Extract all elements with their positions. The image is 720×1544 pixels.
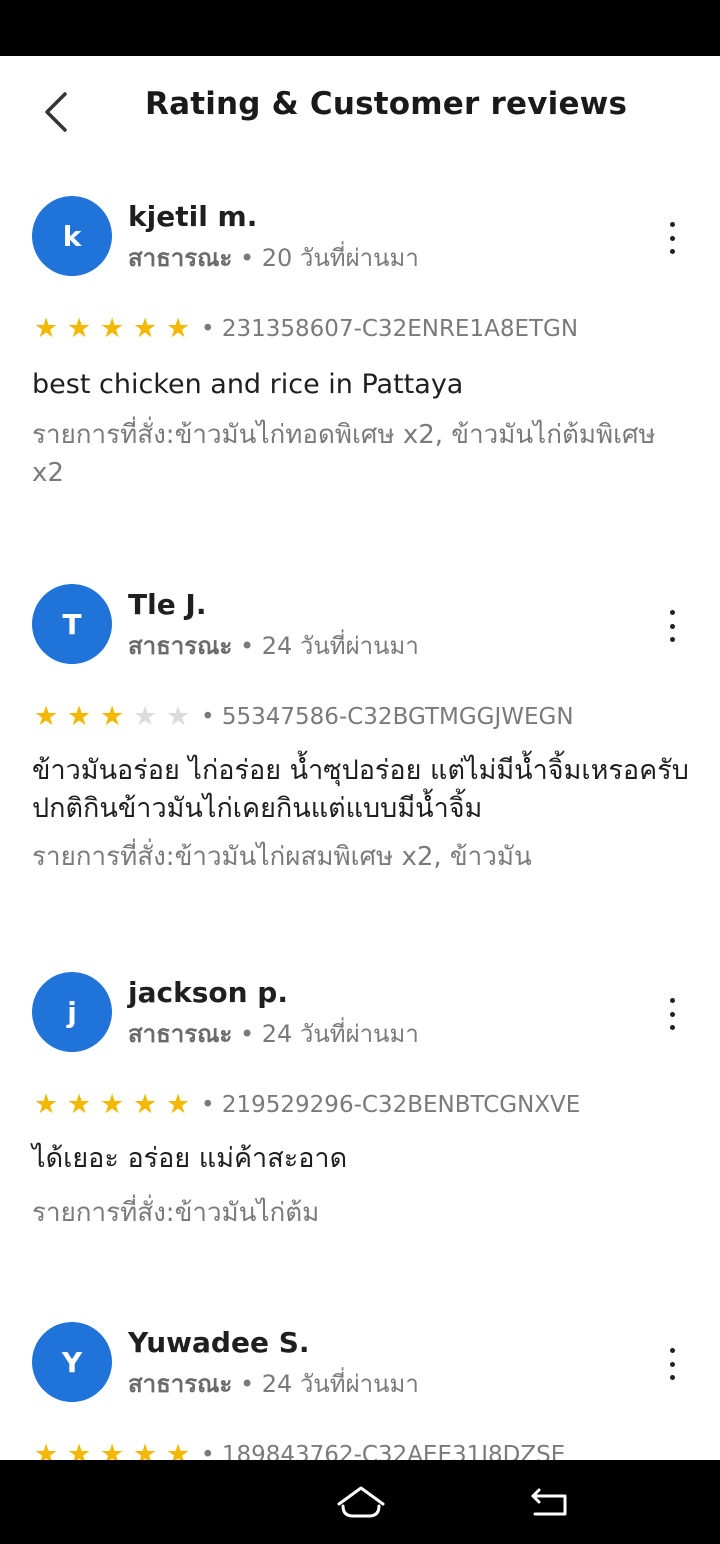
star-icon: ★ (34, 313, 59, 344)
review-text: ได้เยอะ อร่อย แม่ค้าสะอาด (32, 1143, 348, 1174)
star-icon: ★ (133, 313, 158, 344)
system-navigation-bar (0, 1460, 720, 1544)
visibility-label: สาธารณะ (128, 1370, 233, 1398)
reviews-screen: Rating & Customer reviews k kjetil m. สา… (0, 56, 720, 1460)
back-icon[interactable] (527, 1484, 571, 1520)
review-text: best chicken and rice in Pattaya (32, 369, 464, 400)
more-dot (669, 637, 675, 642)
star-icon: ★ (34, 1439, 59, 1461)
review-time: 24 วันที่ผ่านมา (261, 1020, 419, 1048)
chevron-left-icon (45, 92, 67, 132)
meta-separator: • (239, 244, 255, 272)
more-dot (669, 1361, 675, 1367)
more-vertical-icon (669, 610, 675, 615)
more-options-button[interactable] (654, 218, 690, 258)
ordered-items: รายการที่สั่ง:ข้าวมันไก่ผสมพิเศษ x2, ข้า… (32, 842, 532, 872)
reviewer-name: kjetil m. (128, 200, 258, 233)
review-meta: สาธารณะ • 24 วันที่ผ่านมา (128, 626, 419, 665)
star-icon: ★ (133, 1439, 158, 1461)
reviewer-name: Yuwadee S. (128, 1326, 310, 1359)
review-meta: สาธารณะ • 20 วันที่ผ่านมา (128, 238, 419, 277)
star-rating: ★ ★ ★ ★ ★ (34, 1439, 199, 1461)
status-bar (0, 0, 720, 56)
rating-row: ★ ★ ★ ★ ★ • 55347586-C32BGTMGGJWEGN (34, 702, 574, 732)
meta-separator: • (239, 1370, 255, 1398)
rating-row: ★ ★ ★ ★ ★ • 231358607-C32ENRE1A8ETGN (34, 314, 578, 344)
review-item: j jackson p. สาธารณะ • 24 วันที่ผ่านมา ★… (0, 972, 720, 1322)
rating-row: ★ ★ ★ ★ ★ • 189843762-C32AEE31I8DZSE (34, 1439, 566, 1461)
review-item: k kjetil m. สาธารณะ • 20 วันที่ผ่านมา ★ ★… (0, 196, 720, 584)
page-title: Rating & Customer reviews (145, 86, 628, 122)
more-dot (669, 1025, 675, 1030)
review-time: 24 วันที่ผ่านมา (261, 632, 419, 660)
more-vertical-icon (669, 222, 675, 227)
star-icon: ★ (166, 701, 191, 732)
ordered-items: รายการที่สั่ง:ข้าวมันไก่ทอดพิเศษ x2, ข้า… (32, 420, 656, 488)
more-vertical-icon (669, 998, 675, 1003)
star-icon: ★ (67, 313, 92, 344)
rating-row: ★ ★ ★ ★ ★ • 219529296-C32BENBTCGNXVE (34, 1090, 580, 1120)
star-rating: ★ ★ ★ ★ ★ (34, 702, 199, 732)
star-icon: ★ (166, 1089, 191, 1120)
more-options-button[interactable] (654, 606, 690, 646)
star-icon: ★ (133, 701, 158, 732)
star-icon: ★ (34, 1089, 59, 1120)
avatar: j (32, 972, 112, 1052)
review-text: ข้าวมันอร่อย ไก่อร่อย น้ำซุปอร่อย แต่ไม่… (32, 755, 689, 824)
avatar: k (32, 196, 112, 276)
star-icon: ★ (133, 1089, 158, 1120)
star-icon: ★ (100, 313, 125, 344)
star-icon: ★ (67, 1439, 92, 1461)
more-dot (669, 249, 675, 254)
more-dot (669, 235, 675, 241)
more-vertical-icon (669, 1348, 675, 1353)
star-icon: ★ (100, 1439, 125, 1461)
more-dot (669, 1011, 675, 1017)
order-id: • 231358607-C32ENRE1A8ETGN (201, 316, 579, 342)
order-id: • 189843762-C32AEE31I8DZSE (201, 1442, 566, 1460)
order-id: • 55347586-C32BGTMGGJWEGN (201, 704, 574, 730)
more-options-button[interactable] (654, 1344, 690, 1384)
visibility-label: สาธารณะ (128, 632, 233, 660)
back-button[interactable] (30, 82, 82, 142)
star-icon: ★ (67, 1089, 92, 1120)
visibility-label: สาธารณะ (128, 1020, 233, 1048)
app-header: Rating & Customer reviews (0, 56, 720, 166)
star-icon: ★ (100, 1089, 125, 1120)
review-meta: สาธารณะ • 24 วันที่ผ่านมา (128, 1364, 419, 1403)
star-rating: ★ ★ ★ ★ ★ (34, 314, 199, 344)
order-id: • 219529296-C32BENBTCGNXVE (201, 1092, 581, 1118)
review-time: 20 วันที่ผ่านมา (261, 244, 419, 272)
more-options-button[interactable] (654, 994, 690, 1034)
star-icon: ★ (100, 701, 125, 732)
review-item: Y Yuwadee S. สาธารณะ • 24 วันที่ผ่านมา ★… (0, 1322, 720, 1460)
review-time: 24 วันที่ผ่านมา (261, 1370, 419, 1398)
review-meta: สาธารณะ • 24 วันที่ผ่านมา (128, 1014, 419, 1053)
review-list[interactable]: k kjetil m. สาธารณะ • 20 วันที่ผ่านมา ★ ★… (0, 196, 720, 1460)
star-icon: ★ (166, 313, 191, 344)
meta-separator: • (239, 632, 255, 660)
star-rating: ★ ★ ★ ★ ★ (34, 1090, 199, 1120)
meta-separator: • (239, 1020, 255, 1048)
avatar: T (32, 584, 112, 664)
star-icon: ★ (67, 701, 92, 732)
visibility-label: สาธารณะ (128, 244, 233, 272)
star-icon: ★ (166, 1439, 191, 1461)
review-item: T Tle J. สาธารณะ • 24 วันที่ผ่านมา ★ ★ ★ ★ ★… (0, 584, 720, 972)
star-icon: ★ (34, 701, 59, 732)
avatar: Y (32, 1322, 112, 1402)
reviewer-name: Tle J. (128, 588, 207, 621)
more-dot (669, 1375, 675, 1380)
reviewer-name: jackson p. (128, 976, 288, 1009)
home-icon[interactable] (335, 1482, 387, 1522)
more-dot (669, 623, 675, 629)
ordered-items: รายการที่สั่ง:ข้าวมันไก่ต้ม (32, 1198, 320, 1228)
